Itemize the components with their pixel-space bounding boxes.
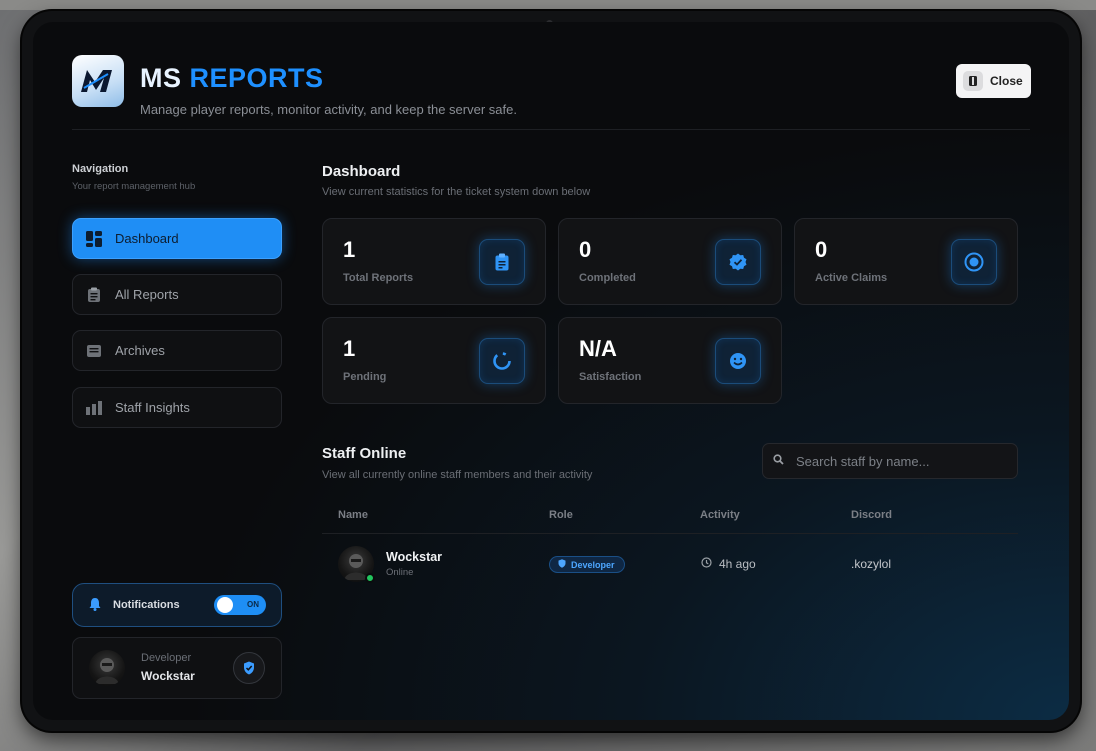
column-header-role: Role xyxy=(549,509,573,521)
shield-icon xyxy=(558,559,566,570)
clipboard-icon xyxy=(479,239,525,285)
sidebar-item-label: All Reports xyxy=(115,287,179,302)
clipboard-list-icon xyxy=(84,285,104,305)
stat-label: Satisfaction xyxy=(579,371,642,383)
staff-title: Staff Online xyxy=(322,445,407,462)
profile-role: Developer xyxy=(141,652,192,664)
title-accent: REPORTS xyxy=(189,63,324,93)
notifications-panel: Notifications ON xyxy=(72,583,282,627)
stat-card-completed: 0 Completed xyxy=(558,218,782,305)
bar-chart-icon xyxy=(84,398,104,418)
search-icon xyxy=(773,452,784,470)
stat-value: 1 xyxy=(343,336,356,361)
activity-value: 4h ago xyxy=(719,557,756,571)
tablet-frame: MS REPORTS Manage player reports, monito… xyxy=(22,11,1080,731)
close-door-icon xyxy=(963,71,983,91)
loading-circle-icon xyxy=(479,338,525,384)
stat-label: Pending xyxy=(343,371,387,383)
stat-label: Total Reports xyxy=(343,272,414,284)
smile-icon xyxy=(715,338,761,384)
page-title: MS REPORTS xyxy=(140,63,324,94)
shield-badge-icon xyxy=(233,652,265,684)
table-divider xyxy=(322,533,1018,534)
staff-status: Online xyxy=(386,567,414,578)
archive-icon xyxy=(84,341,104,361)
sidebar-item-staff-insights[interactable]: Staff Insights xyxy=(72,387,282,428)
app-logo xyxy=(72,55,124,107)
column-header-activity: Activity xyxy=(700,509,740,521)
app-screen: MS REPORTS Manage player reports, monito… xyxy=(33,22,1069,720)
stat-value: 0 xyxy=(815,237,828,262)
toggle-knob xyxy=(217,597,233,613)
dashboard-subtitle: View current statistics for the ticket s… xyxy=(322,186,591,198)
stat-value: N/A xyxy=(579,336,617,361)
sidebar-item-all-reports[interactable]: All Reports xyxy=(72,274,282,315)
stat-card-pending: 1 Pending xyxy=(322,317,546,404)
radio-target-icon xyxy=(951,239,997,285)
page-subtitle: Manage player reports, monitor activity,… xyxy=(140,102,517,117)
nav-heading: Navigation xyxy=(72,163,129,175)
staff-name: Wockstar xyxy=(386,550,443,564)
sidebar-item-dashboard[interactable]: Dashboard xyxy=(72,218,282,259)
background-scene xyxy=(0,0,1096,10)
close-label: Close xyxy=(990,74,1023,88)
column-header-name: Name xyxy=(338,509,368,521)
close-button[interactable]: Close xyxy=(956,64,1031,98)
sidebar-item-label: Dashboard xyxy=(115,231,179,246)
toggle-state: ON xyxy=(247,600,259,609)
verified-badge-icon xyxy=(715,239,761,285)
stat-card-total-reports: 1 Total Reports xyxy=(322,218,546,305)
activity-cell: 4h ago xyxy=(701,557,756,571)
online-status-dot xyxy=(365,573,375,583)
sidebar-item-archives[interactable]: Archives xyxy=(72,330,282,371)
role-badge: Developer xyxy=(549,556,625,573)
logo-icon xyxy=(81,70,112,92)
nav-subheading: Your report management hub xyxy=(72,181,196,192)
stat-card-satisfaction: N/A Satisfaction xyxy=(558,317,782,404)
dashboard-icon xyxy=(84,229,104,249)
user-profile-card: Developer Wockstar xyxy=(72,637,282,699)
discord-handle: .kozylol xyxy=(851,557,892,571)
search-input[interactable] xyxy=(796,453,996,469)
bell-icon xyxy=(89,597,101,614)
stat-card-active-claims: 0 Active Claims xyxy=(794,218,1018,305)
avatar xyxy=(89,650,125,686)
header-divider xyxy=(72,129,1030,130)
stat-value: 0 xyxy=(579,237,592,262)
staff-search-field[interactable] xyxy=(762,443,1018,479)
clock-icon xyxy=(701,557,712,571)
profile-name: Wockstar xyxy=(141,669,195,683)
stat-label: Active Claims xyxy=(815,272,888,284)
role-label: Developer xyxy=(571,559,615,570)
notifications-toggle[interactable]: ON xyxy=(214,595,266,615)
stat-value: 1 xyxy=(343,237,356,262)
notifications-label: Notifications xyxy=(113,599,180,611)
sidebar-item-label: Archives xyxy=(115,343,165,358)
column-header-discord: Discord xyxy=(851,509,892,521)
title-main: MS xyxy=(140,63,182,93)
dashboard-title: Dashboard xyxy=(322,163,401,180)
sidebar-item-label: Staff Insights xyxy=(115,400,190,415)
staff-subtitle: View all currently online staff members … xyxy=(322,469,593,481)
stat-label: Completed xyxy=(579,272,636,284)
